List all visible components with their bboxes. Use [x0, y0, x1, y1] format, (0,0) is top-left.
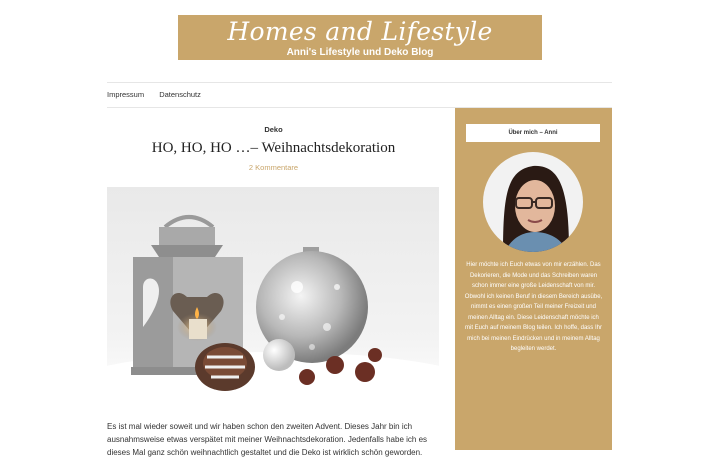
sidebar-heading: Über mich – Anni: [466, 124, 600, 142]
post-comments-link[interactable]: 2 Kommentare: [107, 163, 440, 172]
post-excerpt-line: dieses Mal ganz schön weihnachtlich gest…: [107, 448, 423, 457]
post-title[interactable]: HO, HO, HO …– Weihnachtsdekoration: [107, 140, 440, 157]
post-excerpt-line: ausnahmsweise etwas verspätet mit meiner…: [107, 435, 428, 444]
post-excerpt: Es ist mal wieder soweit und wir haben s…: [107, 420, 440, 459]
site-title[interactable]: Homes and Lifestyle: [178, 15, 542, 47]
post-excerpt-line: Es ist mal wieder soweit und wir haben s…: [107, 422, 413, 431]
sidebar-about-text: Hier möchte ich Euch etwas von mir erzäh…: [464, 262, 603, 352]
main-nav: Impressum Datenschutz: [107, 90, 214, 99]
post-category-link[interactable]: Deko: [107, 125, 440, 134]
site-tagline: Anni's Lifestyle und Deko Blog: [286, 47, 434, 58]
header-divider: [107, 82, 612, 83]
author-avatar: [483, 152, 583, 252]
nav-item-datenschutz[interactable]: Datenschutz: [159, 90, 201, 99]
sidebar-about: Über mich – Anni Hier möchte ich Euch et…: [455, 108, 612, 450]
post-featured-image[interactable]: [107, 187, 439, 404]
site-logo-banner[interactable]: Homes and Lifestyle Anni's Lifestyle und…: [178, 15, 542, 60]
nav-item-impressum[interactable]: Impressum: [107, 90, 144, 99]
